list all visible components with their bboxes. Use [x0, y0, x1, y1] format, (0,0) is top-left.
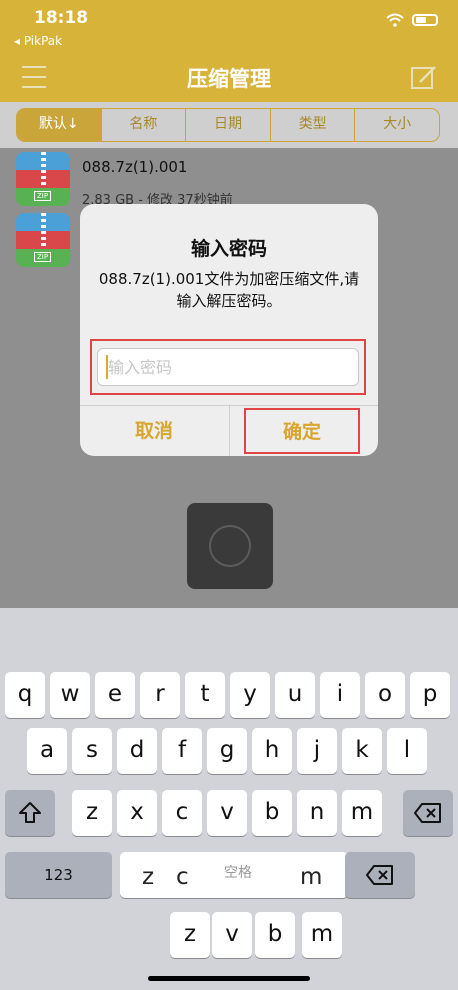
nav-bar: 压缩管理: [0, 56, 458, 102]
key-l[interactable]: l: [387, 728, 427, 774]
key-z[interactable]: z: [170, 912, 210, 958]
status-icons: [386, 13, 438, 27]
sort-tab-name[interactable]: 名称: [100, 109, 186, 141]
key-o[interactable]: o: [365, 672, 405, 718]
file-row[interactable]: ZIP 088.7z(1).001 2.83 GB - 修改 37秒钟前: [0, 148, 458, 210]
status-time: 18:18: [34, 8, 89, 28]
key-x[interactable]: x: [117, 790, 157, 836]
return-key[interactable]: [345, 852, 415, 898]
page-title: 压缩管理: [187, 67, 271, 91]
delete-key[interactable]: [403, 790, 453, 836]
key-u[interactable]: u: [275, 672, 315, 718]
key-b[interactable]: b: [255, 912, 295, 958]
key-j[interactable]: j: [297, 728, 337, 774]
spinner-icon: [209, 525, 251, 567]
key-w[interactable]: w: [50, 672, 90, 718]
text-caret: [106, 355, 108, 379]
key-z[interactable]: z: [72, 790, 112, 836]
sort-segmented-control: 默认↓ 名称 日期 类型 大小: [16, 108, 440, 142]
file-name: 088.7z(1).001: [82, 158, 188, 176]
shift-icon: [19, 802, 41, 823]
cancel-button[interactable]: 取消: [80, 406, 228, 456]
key-i[interactable]: i: [320, 672, 360, 718]
numbers-key[interactable]: 123: [5, 852, 112, 898]
key-a[interactable]: a: [27, 728, 67, 774]
sort-tab-default[interactable]: 默认↓: [17, 109, 101, 141]
key-v[interactable]: v: [212, 912, 252, 958]
password-input-highlight: [90, 339, 366, 395]
sort-tab-size[interactable]: 大小: [354, 109, 439, 141]
zip-file-icon: ZIP: [16, 152, 70, 206]
key-c[interactable]: c: [162, 790, 202, 836]
keyboard: q w e r t y u i o p a s d f g h j k l z …: [0, 608, 458, 990]
ghost-key-label: z: [142, 864, 155, 890]
key-r[interactable]: r: [140, 672, 180, 718]
wifi-icon: [386, 13, 404, 27]
password-dialog: 输入密码 088.7z(1).001文件为加密压缩文件,请输入解压密码。 取消 …: [80, 204, 378, 456]
key-t[interactable]: t: [185, 672, 225, 718]
sort-tab-type[interactable]: 类型: [269, 109, 355, 141]
sort-tab-date[interactable]: 日期: [185, 109, 270, 141]
shift-key[interactable]: [5, 790, 55, 836]
sort-bar: 默认↓ 名称 日期 类型 大小: [0, 102, 458, 148]
loading-hud: [187, 503, 273, 589]
ghost-key-label: c: [176, 864, 189, 890]
confirm-button[interactable]: 确定: [244, 408, 360, 454]
dialog-title: 输入密码: [190, 238, 267, 260]
key-b[interactable]: b: [252, 790, 292, 836]
edit-icon[interactable]: [410, 64, 438, 92]
key-m[interactable]: m: [302, 912, 342, 958]
key-e[interactable]: e: [95, 672, 135, 718]
ghost-key-label: m: [300, 864, 323, 890]
key-h[interactable]: h: [252, 728, 292, 774]
key-d[interactable]: d: [117, 728, 157, 774]
key-m[interactable]: m: [342, 790, 382, 836]
back-to-app-link[interactable]: ◂ PikPak: [14, 34, 62, 48]
key-y[interactable]: y: [230, 672, 270, 718]
ghost-key-label: 空格: [224, 865, 252, 881]
backspace-icon: [366, 865, 393, 885]
key-n[interactable]: n: [297, 790, 337, 836]
home-indicator[interactable]: [148, 976, 310, 981]
zip-file-icon: ZIP: [16, 213, 70, 267]
password-input[interactable]: [97, 348, 359, 386]
backspace-icon: [414, 803, 441, 823]
status-bar: 18:18 ◂ PikPak: [0, 0, 458, 56]
key-g[interactable]: g: [207, 728, 247, 774]
key-f[interactable]: f: [162, 728, 202, 774]
key-k[interactable]: k: [342, 728, 382, 774]
key-s[interactable]: s: [72, 728, 112, 774]
key-q[interactable]: q: [5, 672, 45, 718]
battery-icon: [412, 14, 438, 26]
dialog-message: 088.7z(1).001文件为加密压缩文件,请输入解压密码。: [98, 270, 360, 310]
key-v[interactable]: v: [207, 790, 247, 836]
dialog-divider-vertical: [229, 405, 230, 456]
key-p[interactable]: p: [410, 672, 450, 718]
